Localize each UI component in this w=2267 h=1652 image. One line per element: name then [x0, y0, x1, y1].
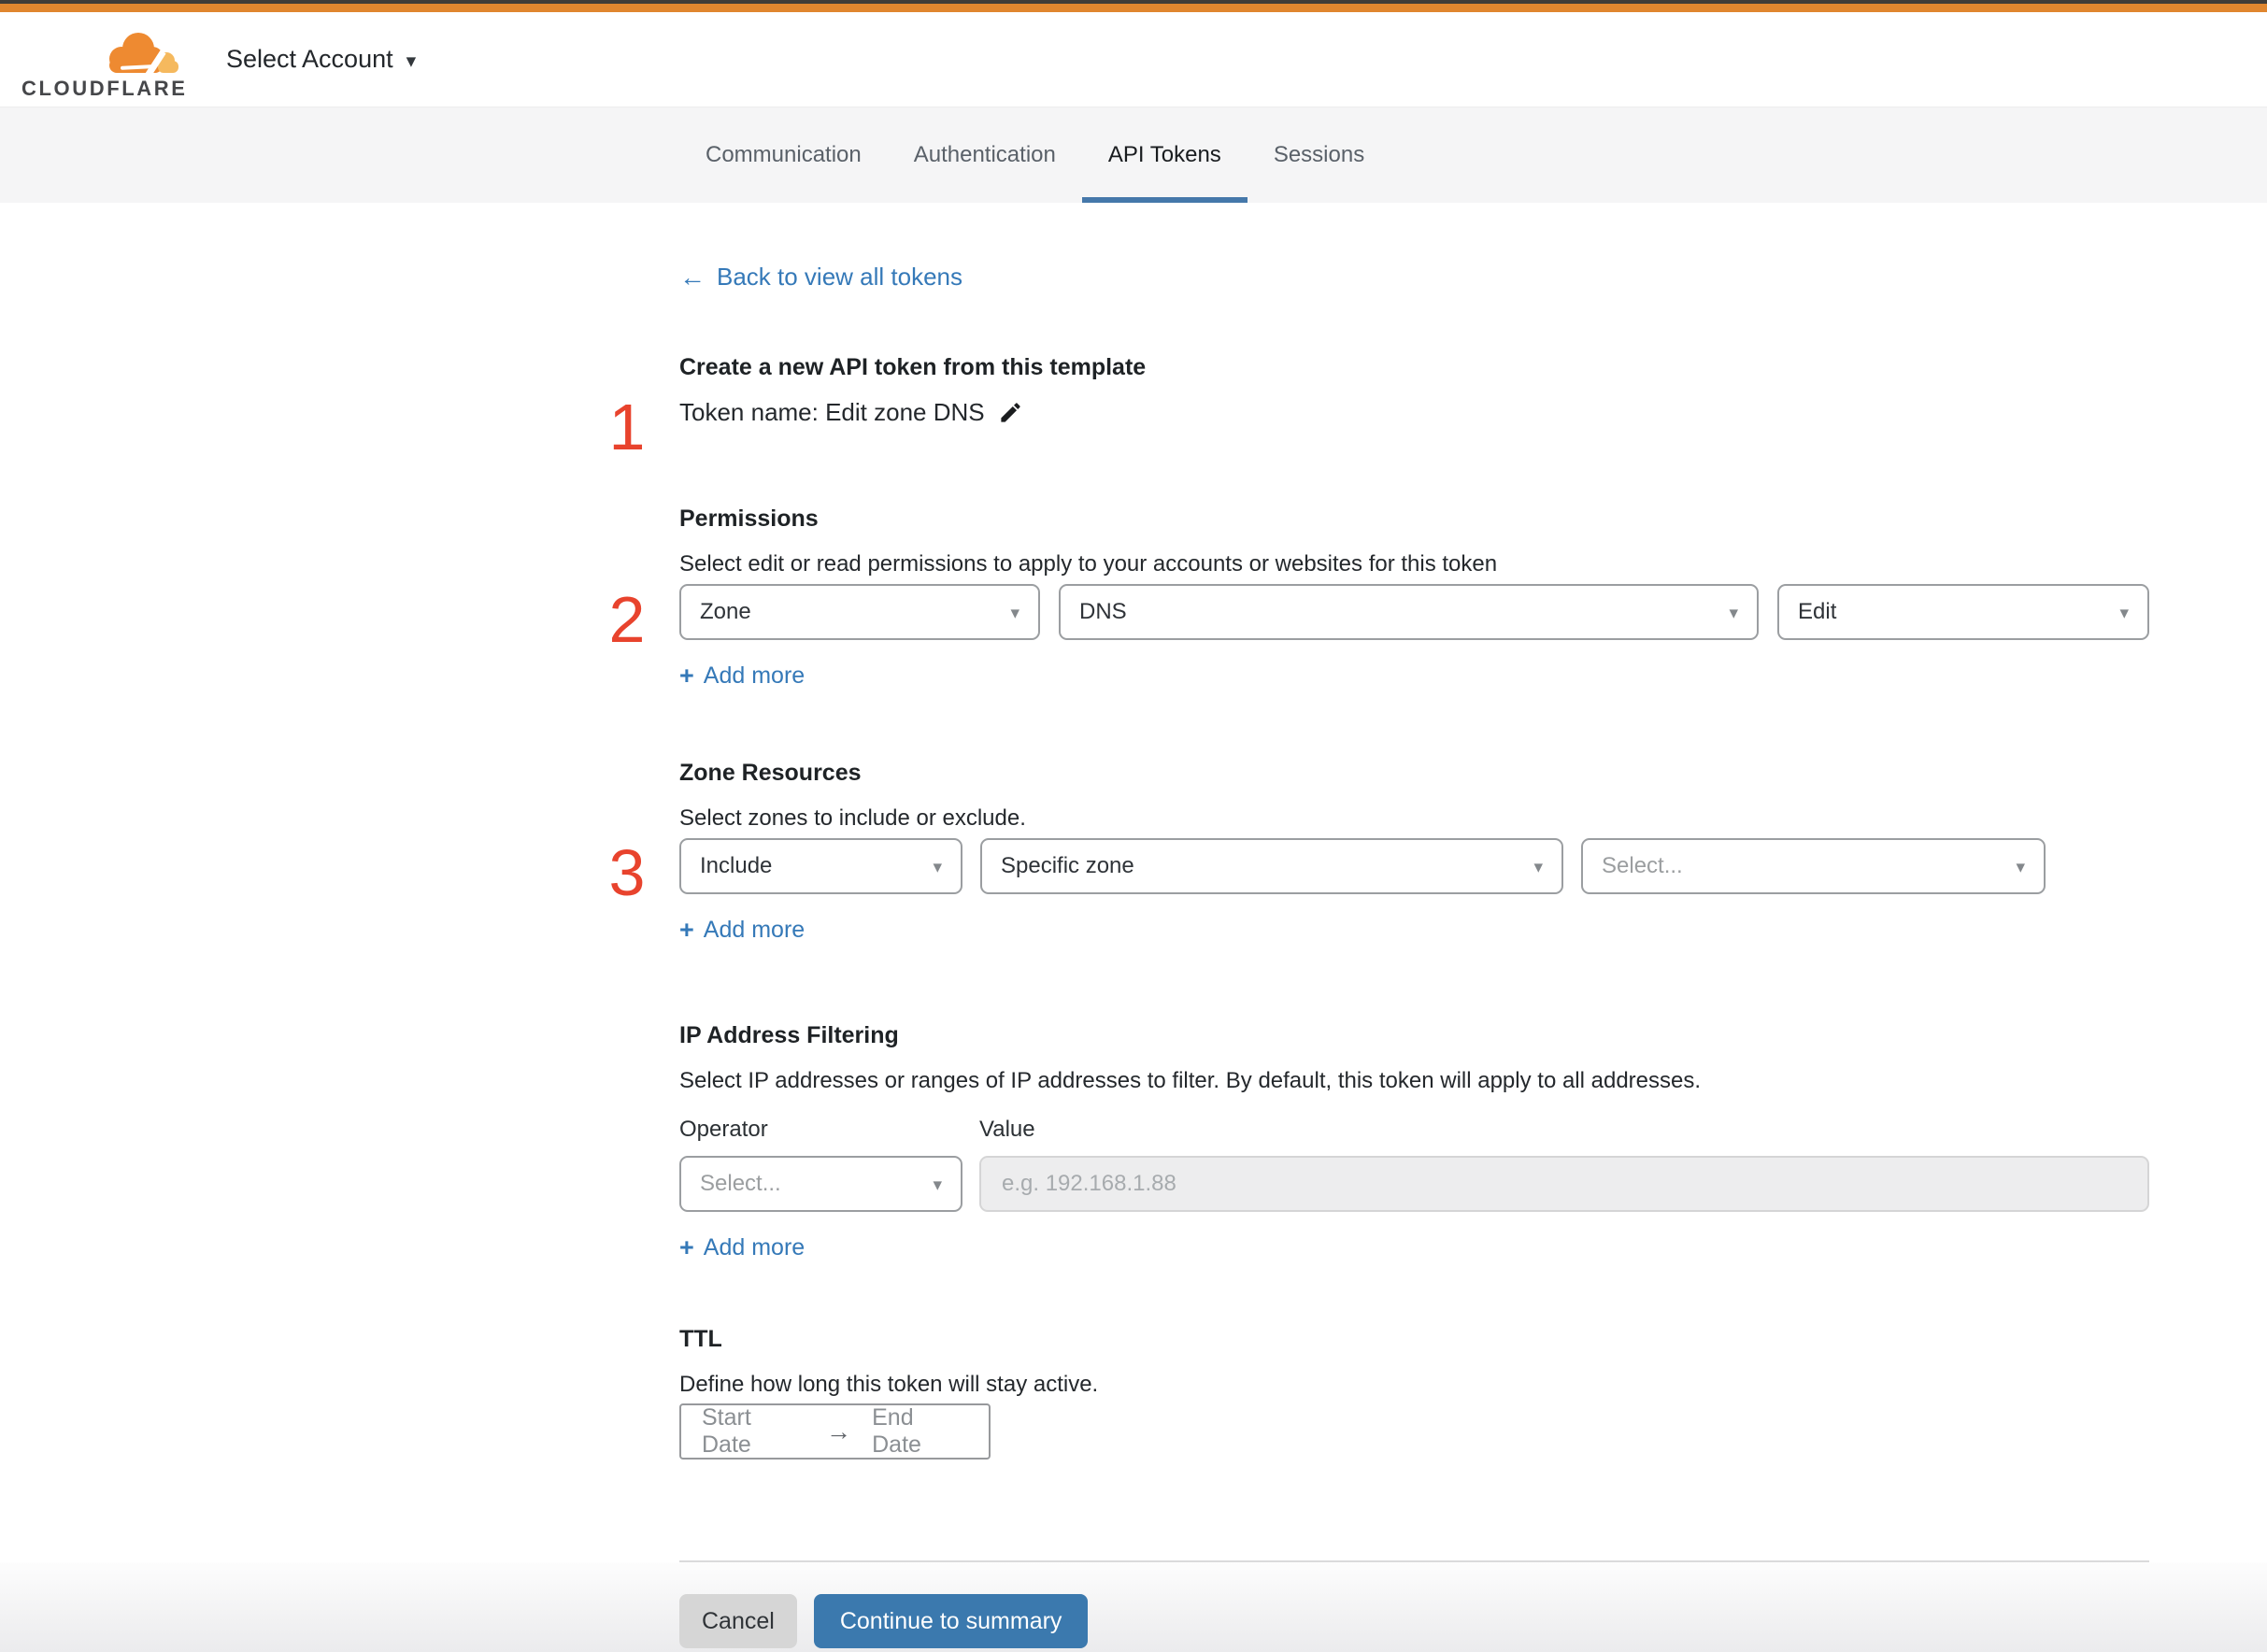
step-number-2: 2 [608, 583, 646, 656]
permission-type-select[interactable]: DNS ▾ [1059, 584, 1759, 640]
top-accent-bar [0, 4, 2267, 12]
back-arrow-icon: ← [679, 262, 706, 292]
ttl-title: TTL [679, 1326, 722, 1352]
ip-value-input[interactable] [979, 1156, 2149, 1212]
zone-resources-add-more-link[interactable]: + Add more [679, 917, 2149, 944]
ip-filtering-section: IP Address Filtering Select IP addresses… [679, 1021, 2149, 1261]
footer-buttons: Cancel Continue to summary [679, 1594, 1089, 1648]
tab-api-tokens[interactable]: API Tokens [1081, 107, 1248, 203]
tab-authentication[interactable]: Authentication [888, 107, 1082, 203]
tabs: Communication Authentication API Tokens … [679, 107, 2267, 203]
token-name-text: Token name: Edit zone DNS [679, 398, 985, 426]
zone-resources-title: Zone Resources [679, 760, 862, 786]
step-number-3: 3 [608, 836, 646, 909]
ip-filtering-add-more-link[interactable]: + Add more [679, 1234, 2149, 1261]
end-date-placeholder: End Date [872, 1404, 921, 1458]
chevron-down-icon: ▾ [2119, 604, 2129, 623]
cloudflare-cloud-icon [109, 33, 178, 77]
start-date-placeholder: Start Date [702, 1404, 751, 1458]
account-selector-label: Select Account [226, 45, 393, 73]
cloudflare-wordmark: CLOUDFLARE [21, 77, 188, 100]
chevron-down-icon: ▾ [1533, 858, 1543, 877]
chevron-down-icon: ▾ [1729, 604, 1738, 623]
token-name-section: 1 Create a new API token from this templ… [609, 353, 2149, 462]
create-token-title: Create a new API token from this templat… [679, 354, 1147, 380]
cancel-button[interactable]: Cancel [679, 1594, 797, 1648]
active-tab-underline [1081, 197, 1248, 203]
account-selector[interactable]: Select Account ▾ [226, 12, 416, 107]
ttl-section: TTL Define how long this token will stay… [679, 1325, 2149, 1460]
chevron-down-icon: ▾ [933, 858, 942, 877]
permissions-section: 2 Permissions Select edit or read permis… [609, 505, 2149, 690]
edit-pencil-icon[interactable] [998, 400, 1023, 425]
header: CLOUDFLARE Select Account ▾ [0, 12, 2267, 107]
step-number-1: 1 [608, 391, 646, 463]
value-label: Value [979, 1117, 1035, 1142]
chevron-down-icon: ▾ [1010, 604, 1019, 623]
continue-to-summary-button[interactable]: Continue to summary [813, 1594, 1089, 1648]
footer-divider [679, 1560, 2149, 1562]
plus-icon: + [679, 916, 694, 944]
back-link-label: Back to view all tokens [717, 263, 963, 291]
ttl-date-range-picker[interactable]: Start Date → End Date [679, 1403, 991, 1460]
permissions-title: Permissions [679, 506, 819, 532]
permissions-description: Select edit or read permissions to apply… [679, 551, 1498, 577]
arrow-right-icon: → [826, 1417, 852, 1446]
tab-communication[interactable]: Communication [679, 107, 888, 203]
chevron-down-icon: ▾ [933, 1175, 942, 1195]
permission-access-select[interactable]: Edit ▾ [1777, 584, 2149, 640]
zone-resources-section: 3 Zone Resources Select zones to include… [609, 759, 2149, 944]
tab-bar: Communication Authentication API Tokens … [0, 107, 2267, 203]
plus-icon: + [679, 662, 694, 690]
ttl-description: Define how long this token will stay act… [679, 1372, 1099, 1397]
zone-type-select[interactable]: Specific zone ▾ [980, 838, 1563, 894]
ip-filtering-description: Select IP addresses or ranges of IP addr… [679, 1068, 1702, 1093]
footer-background [0, 1562, 2267, 1652]
operator-label: Operator [679, 1117, 768, 1142]
chevron-down-icon: ▾ [406, 50, 417, 72]
back-to-tokens-link[interactable]: ← Back to view all tokens [679, 263, 2149, 292]
ip-filtering-title: IP Address Filtering [679, 1022, 899, 1048]
zone-name-select[interactable]: Select... ▾ [1581, 838, 2046, 894]
cloudflare-create-token-page: CLOUDFLARE Select Account ▾ Communicatio… [0, 0, 2267, 1652]
chevron-down-icon: ▾ [2016, 858, 2025, 877]
tab-sessions[interactable]: Sessions [1248, 107, 1390, 203]
plus-icon: + [679, 1233, 694, 1261]
zone-resources-description: Select zones to include or exclude. [679, 805, 1026, 831]
permission-scope-select[interactable]: Zone ▾ [679, 584, 1040, 640]
zone-operator-select[interactable]: Include ▾ [679, 838, 962, 894]
cloudflare-logo[interactable]: CLOUDFLARE [21, 27, 188, 101]
ip-operator-select[interactable]: Select... ▾ [679, 1156, 962, 1212]
permissions-add-more-link[interactable]: + Add more [679, 662, 2149, 690]
